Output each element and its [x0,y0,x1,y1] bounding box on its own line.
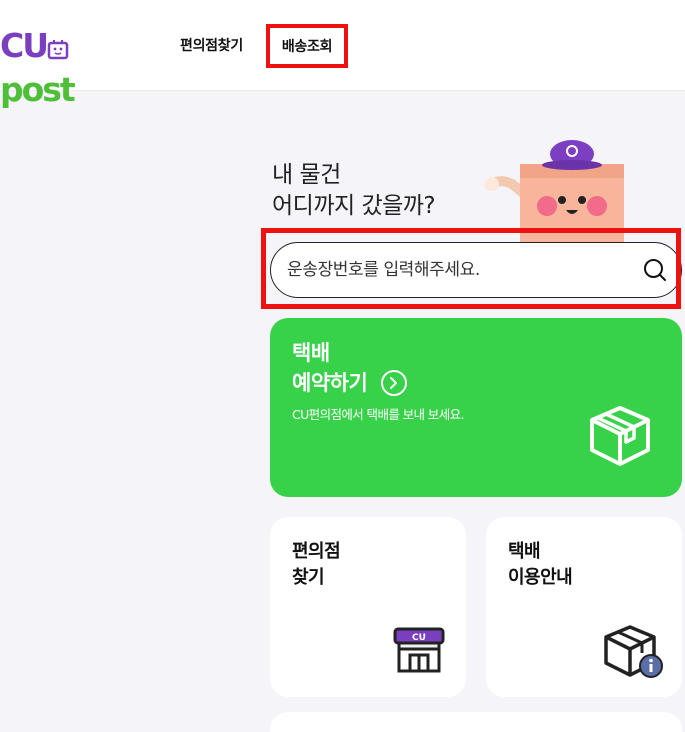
search-highlight-box [261,228,681,309]
hero-headline: 내 물건 어디까지 갔을까? [272,160,436,222]
reserve-subtitle: CU편의점에서 택배를 보내 보세요. [292,407,464,422]
reserve-title-line1: 택배 [292,341,330,365]
chevron-right-icon [381,370,408,396]
store-title-line2: 찾기 [292,567,325,588]
headline-line2: 어디까지 갔을까? [272,193,436,219]
guide-title-line1: 택배 [508,541,541,562]
top-header: CU post 편의점찾기 배송조회 [0,0,685,109]
reserve-parcel-card[interactable]: 택배 예약하기 CU편의점에서 택배를 보내 보세요. [270,318,682,497]
next-card-peek [270,712,682,732]
logo-post-text: post [0,70,76,109]
nav-track-highlight: 배송조회 [266,24,348,68]
box-info-icon [604,625,663,678]
cupost-logo[interactable]: CU post [0,24,140,109]
nav-find-store[interactable]: 편의점찾기 [180,36,243,56]
logo-bag-icon [47,39,69,59]
find-store-card[interactable]: 편의점 찾기 CU [270,517,466,697]
store-title-line1: 편의점 [292,541,341,562]
parcel-box-icon [590,406,650,466]
reserve-title-line2: 예약하기 [292,371,368,395]
headline-line1: 내 물건 [272,162,341,188]
guide-title-line2: 이용안내 [508,567,573,588]
parcel-guide-card[interactable]: 택배 이용안내 [486,517,682,697]
nav-track-delivery[interactable]: 배송조회 [282,36,333,56]
convenience-store-icon: CU [393,627,445,673]
logo-cu-text: CU [0,26,49,65]
